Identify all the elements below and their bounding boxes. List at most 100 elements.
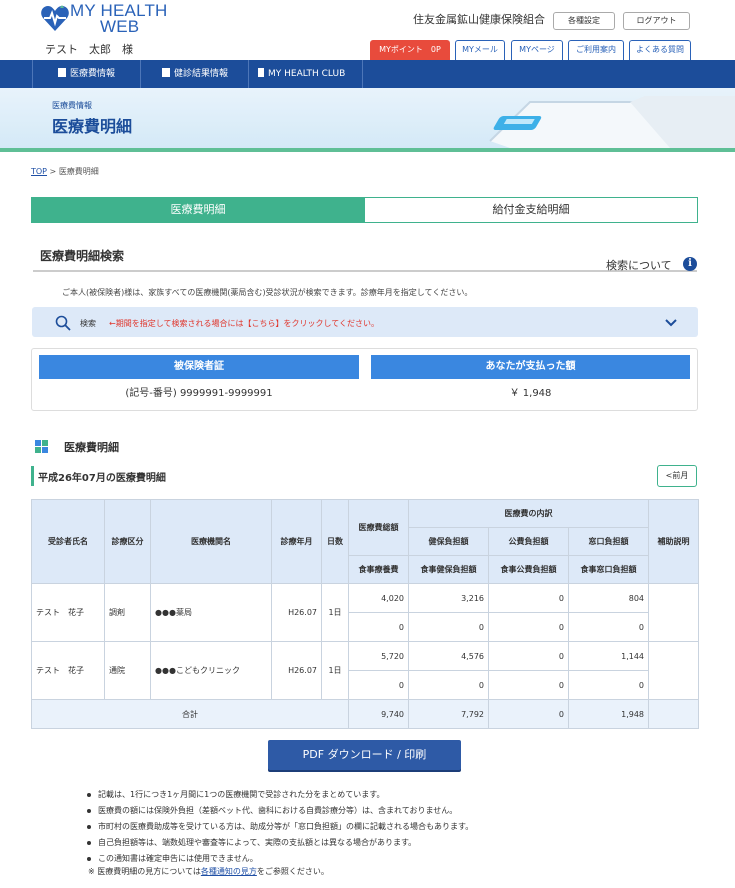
document-icon (162, 68, 170, 77)
patient-cell: テスト 花子 (31, 583, 105, 642)
total-cell: 4,020 (348, 583, 409, 613)
date-cell: H26.07 (271, 583, 322, 642)
food-total-cell: 0 (348, 612, 409, 642)
header-food-public: 食事公費負担額 (488, 555, 569, 584)
bookmark-icon (258, 68, 264, 77)
search-section-title: 医療費明細検索 (40, 249, 125, 263)
patient-cell: テスト 花子 (31, 641, 105, 700)
header-insurance: 健保負担額 (408, 527, 489, 556)
tab-medical-statement[interactable]: 医療費明細 (31, 197, 365, 223)
header-public: 公費負担額 (488, 527, 569, 556)
paid-amount-value: ￥ 1,948 (509, 388, 552, 399)
header-patient: 受診者氏名 (31, 499, 105, 584)
category-cell: 通院 (104, 641, 151, 700)
footnote-prefix: ※ 医療費明細の見方については (88, 867, 201, 876)
nav-item-checkup[interactable]: 健診結果情報 (162, 60, 228, 88)
institution-cell: ●●●こどもクリニック (150, 641, 272, 700)
header-date: 診療年月 (271, 499, 322, 584)
site-logo[interactable]: MY HEALTH WEB (70, 2, 168, 36)
sum-row: 合計 9,740 7,792 0 1,948 (31, 699, 700, 729)
tab-faq[interactable]: よくある質問 (629, 40, 691, 60)
days-cell: 1日 (321, 641, 349, 700)
search-about-link[interactable]: 検索について (606, 257, 672, 273)
breadcrumb-top-link[interactable]: TOP (31, 167, 47, 176)
pdf-download-button[interactable]: PDF ダウンロード / 印刷 (268, 740, 461, 770)
insured-card-header: 被保険者証 (39, 355, 359, 379)
table-row: テスト 花子 通院 ●●●こどもクリニック H26.07 1日 5,720 4,… (31, 641, 700, 700)
paid-amount-header: あなたが支払った額 (371, 355, 690, 379)
banner-subtitle: 医療費情報 (52, 101, 92, 110)
header-window: 窓口負担額 (567, 527, 650, 556)
medical-expense-table: 受診者氏名 診療区分 医療機関名 診療年月 日数 医療費総額 医療費の内訳 補助… (31, 499, 700, 729)
public-cell: 0 (488, 641, 569, 671)
sum-total: 9,740 (348, 699, 409, 729)
breadcrumb-sep: > (47, 167, 59, 176)
tab-benefit-statement[interactable]: 給付金支給明細 (364, 197, 698, 223)
month-title: 平成26年07月の医療費明細 (38, 473, 166, 484)
nav-item-medical-expense[interactable]: 医療費情報 (58, 60, 115, 88)
supplement-cell (648, 583, 700, 642)
tab-my-page[interactable]: MYページ (511, 40, 563, 60)
footnote: ※ 医療費明細の見方については各種通知の見方をご参照ください。 (88, 866, 329, 877)
note-item: 自己負担額等は、端数処理や審査等によって、実際の支払額とは異なる場合があります。 (86, 835, 473, 851)
detail-section-title: 医療費明細 (64, 441, 119, 454)
breadcrumb: TOP > 医療費明細 (31, 166, 99, 177)
footnote-suffix: をご参照ください。 (256, 867, 329, 876)
sum-label: 合計 (31, 699, 349, 729)
food-insurance-cell: 0 (408, 612, 489, 642)
total-cell: 5,720 (348, 641, 409, 671)
search-period-link[interactable]: ←期間を指定して検索される場合には【こちら】をクリックしてください。 (109, 318, 379, 329)
header-breakdown: 医療費の内訳 (407, 499, 650, 528)
date-cell: H26.07 (271, 641, 322, 700)
header-institution: 医療機関名 (150, 499, 272, 584)
header-food-insurance: 食事健保負担額 (408, 555, 489, 584)
month-accent-bar (31, 466, 34, 486)
nav-item-health-club[interactable]: MY HEALTH CLUB (258, 60, 345, 88)
header-food-window: 食事窓口負担額 (567, 555, 650, 584)
public-cell: 0 (488, 583, 569, 613)
header-food-total: 食事療養費 (348, 555, 409, 584)
main-nav: 医療費情報 健診結果情報 MY HEALTH CLUB (0, 60, 735, 88)
tab-my-point[interactable]: MYポイント 0P (370, 40, 450, 60)
tab-my-mail[interactable]: MYメール (455, 40, 505, 60)
prev-month-button[interactable]: <前月 (657, 465, 697, 487)
table-row: テスト 花子 調剤 ●●●薬局 H26.07 1日 4,020 3,216 0 … (31, 583, 700, 642)
header-days: 日数 (321, 499, 349, 584)
search-label: 検索 (80, 319, 96, 328)
page-title: 医療費明細 (52, 117, 133, 136)
search-icon (55, 315, 71, 331)
note-item: 市町村の医療費助成等を受けている方は、助成分等が「窓口負担額」の欄に記載される場… (86, 819, 473, 835)
food-public-cell: 0 (488, 612, 569, 642)
device-illustration-icon (489, 96, 735, 148)
info-icon[interactable]: i (683, 257, 697, 271)
section-divider (33, 270, 697, 272)
sum-public: 0 (488, 699, 569, 729)
window-cell: 1,144 (567, 641, 650, 671)
chevron-down-icon[interactable] (665, 318, 677, 328)
sum-supplement (648, 699, 700, 729)
header-total: 医療費総額 (348, 499, 409, 556)
food-window-cell: 0 (567, 670, 650, 700)
note-item: この通知書は確定申告には使用できません。 (86, 851, 473, 867)
food-insurance-cell: 0 (408, 670, 489, 700)
search-description: ご本人(被保険者)様は、家族すべての医療機関(薬局含む)受診状況が検索できます。… (62, 288, 473, 297)
food-public-cell: 0 (488, 670, 569, 700)
settings-button[interactable]: 各種設定 (553, 12, 615, 30)
logo-line2: WEB (100, 17, 140, 36)
organization-name: 住友金属鉱山健康保険組合 (413, 13, 545, 26)
days-cell: 1日 (321, 583, 349, 642)
grid-icon (35, 440, 48, 453)
note-item: 記載は、1行につき1ヶ月間に1つの医療機関で受診された分をまとめています。 (86, 787, 473, 803)
insurance-cell: 3,216 (408, 583, 489, 613)
food-total-cell: 0 (348, 670, 409, 700)
insured-card-number: (記号-番号) 9999991-9999991 (125, 388, 273, 399)
food-window-cell: 0 (567, 612, 650, 642)
header-supplement: 補助説明 (648, 499, 700, 584)
category-cell: 調剤 (104, 583, 151, 642)
logout-button[interactable]: ログアウト (623, 12, 690, 30)
tab-user-guide[interactable]: ご利用案内 (568, 40, 624, 60)
nav-label: 医療費情報 (70, 69, 116, 79)
notes-list: 記載は、1行につき1ヶ月間に1つの医療機関で受診された分をまとめています。 医療… (86, 787, 473, 867)
notice-guide-link[interactable]: 各種通知の見方 (201, 867, 257, 876)
heart-logo-icon[interactable] (40, 4, 70, 35)
